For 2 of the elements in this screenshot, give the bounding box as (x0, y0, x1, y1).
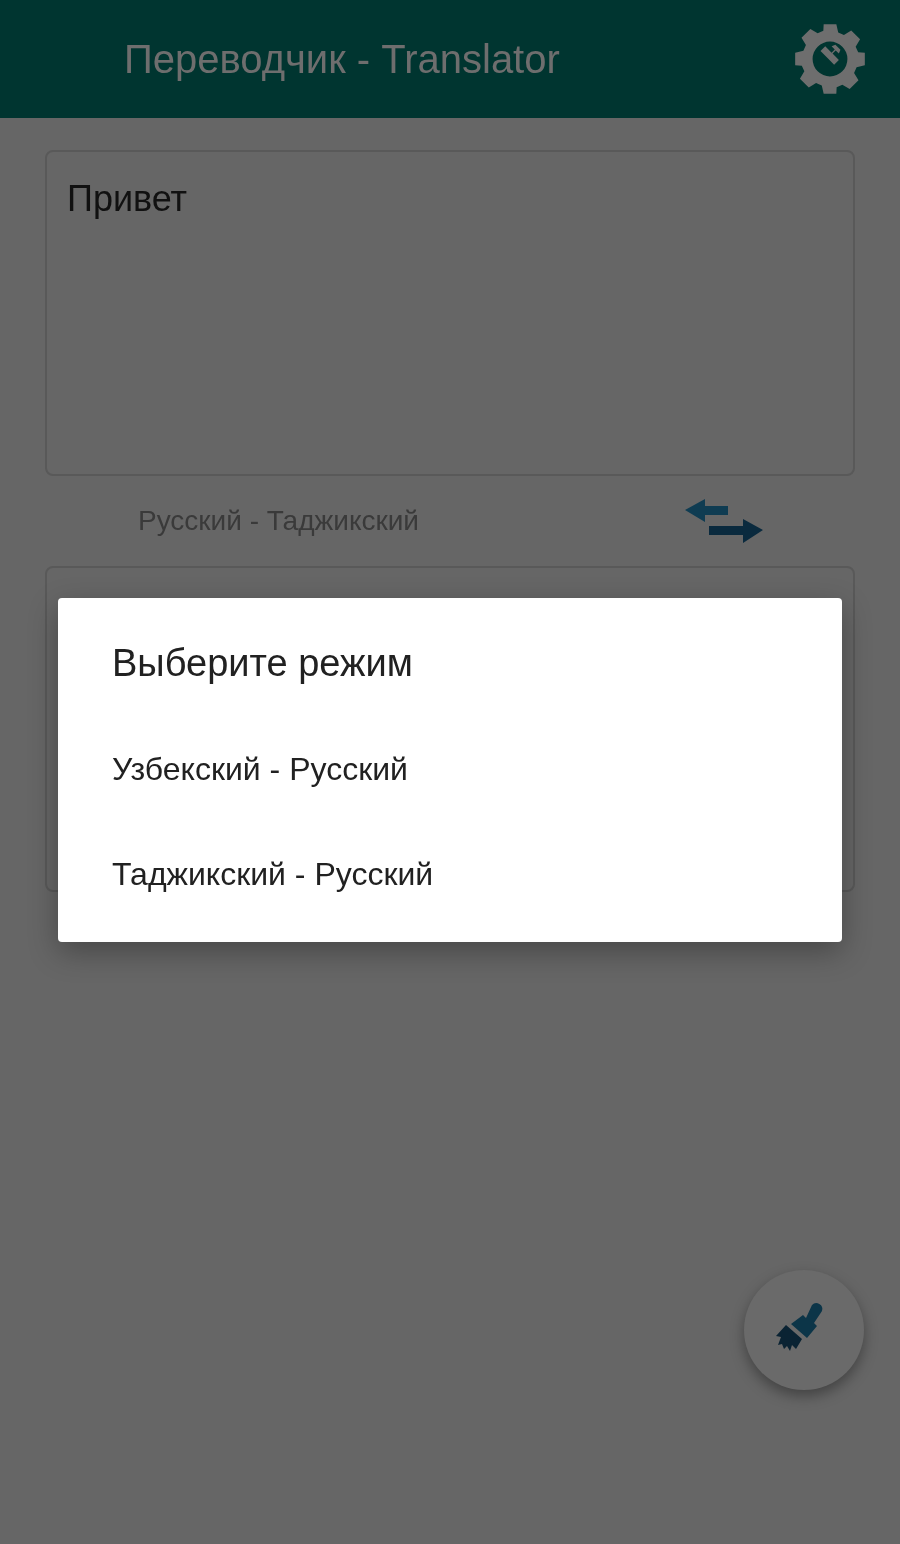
app-title: Переводчик - Translator (124, 36, 560, 82)
dialog-title: Выберите режим (112, 642, 414, 685)
